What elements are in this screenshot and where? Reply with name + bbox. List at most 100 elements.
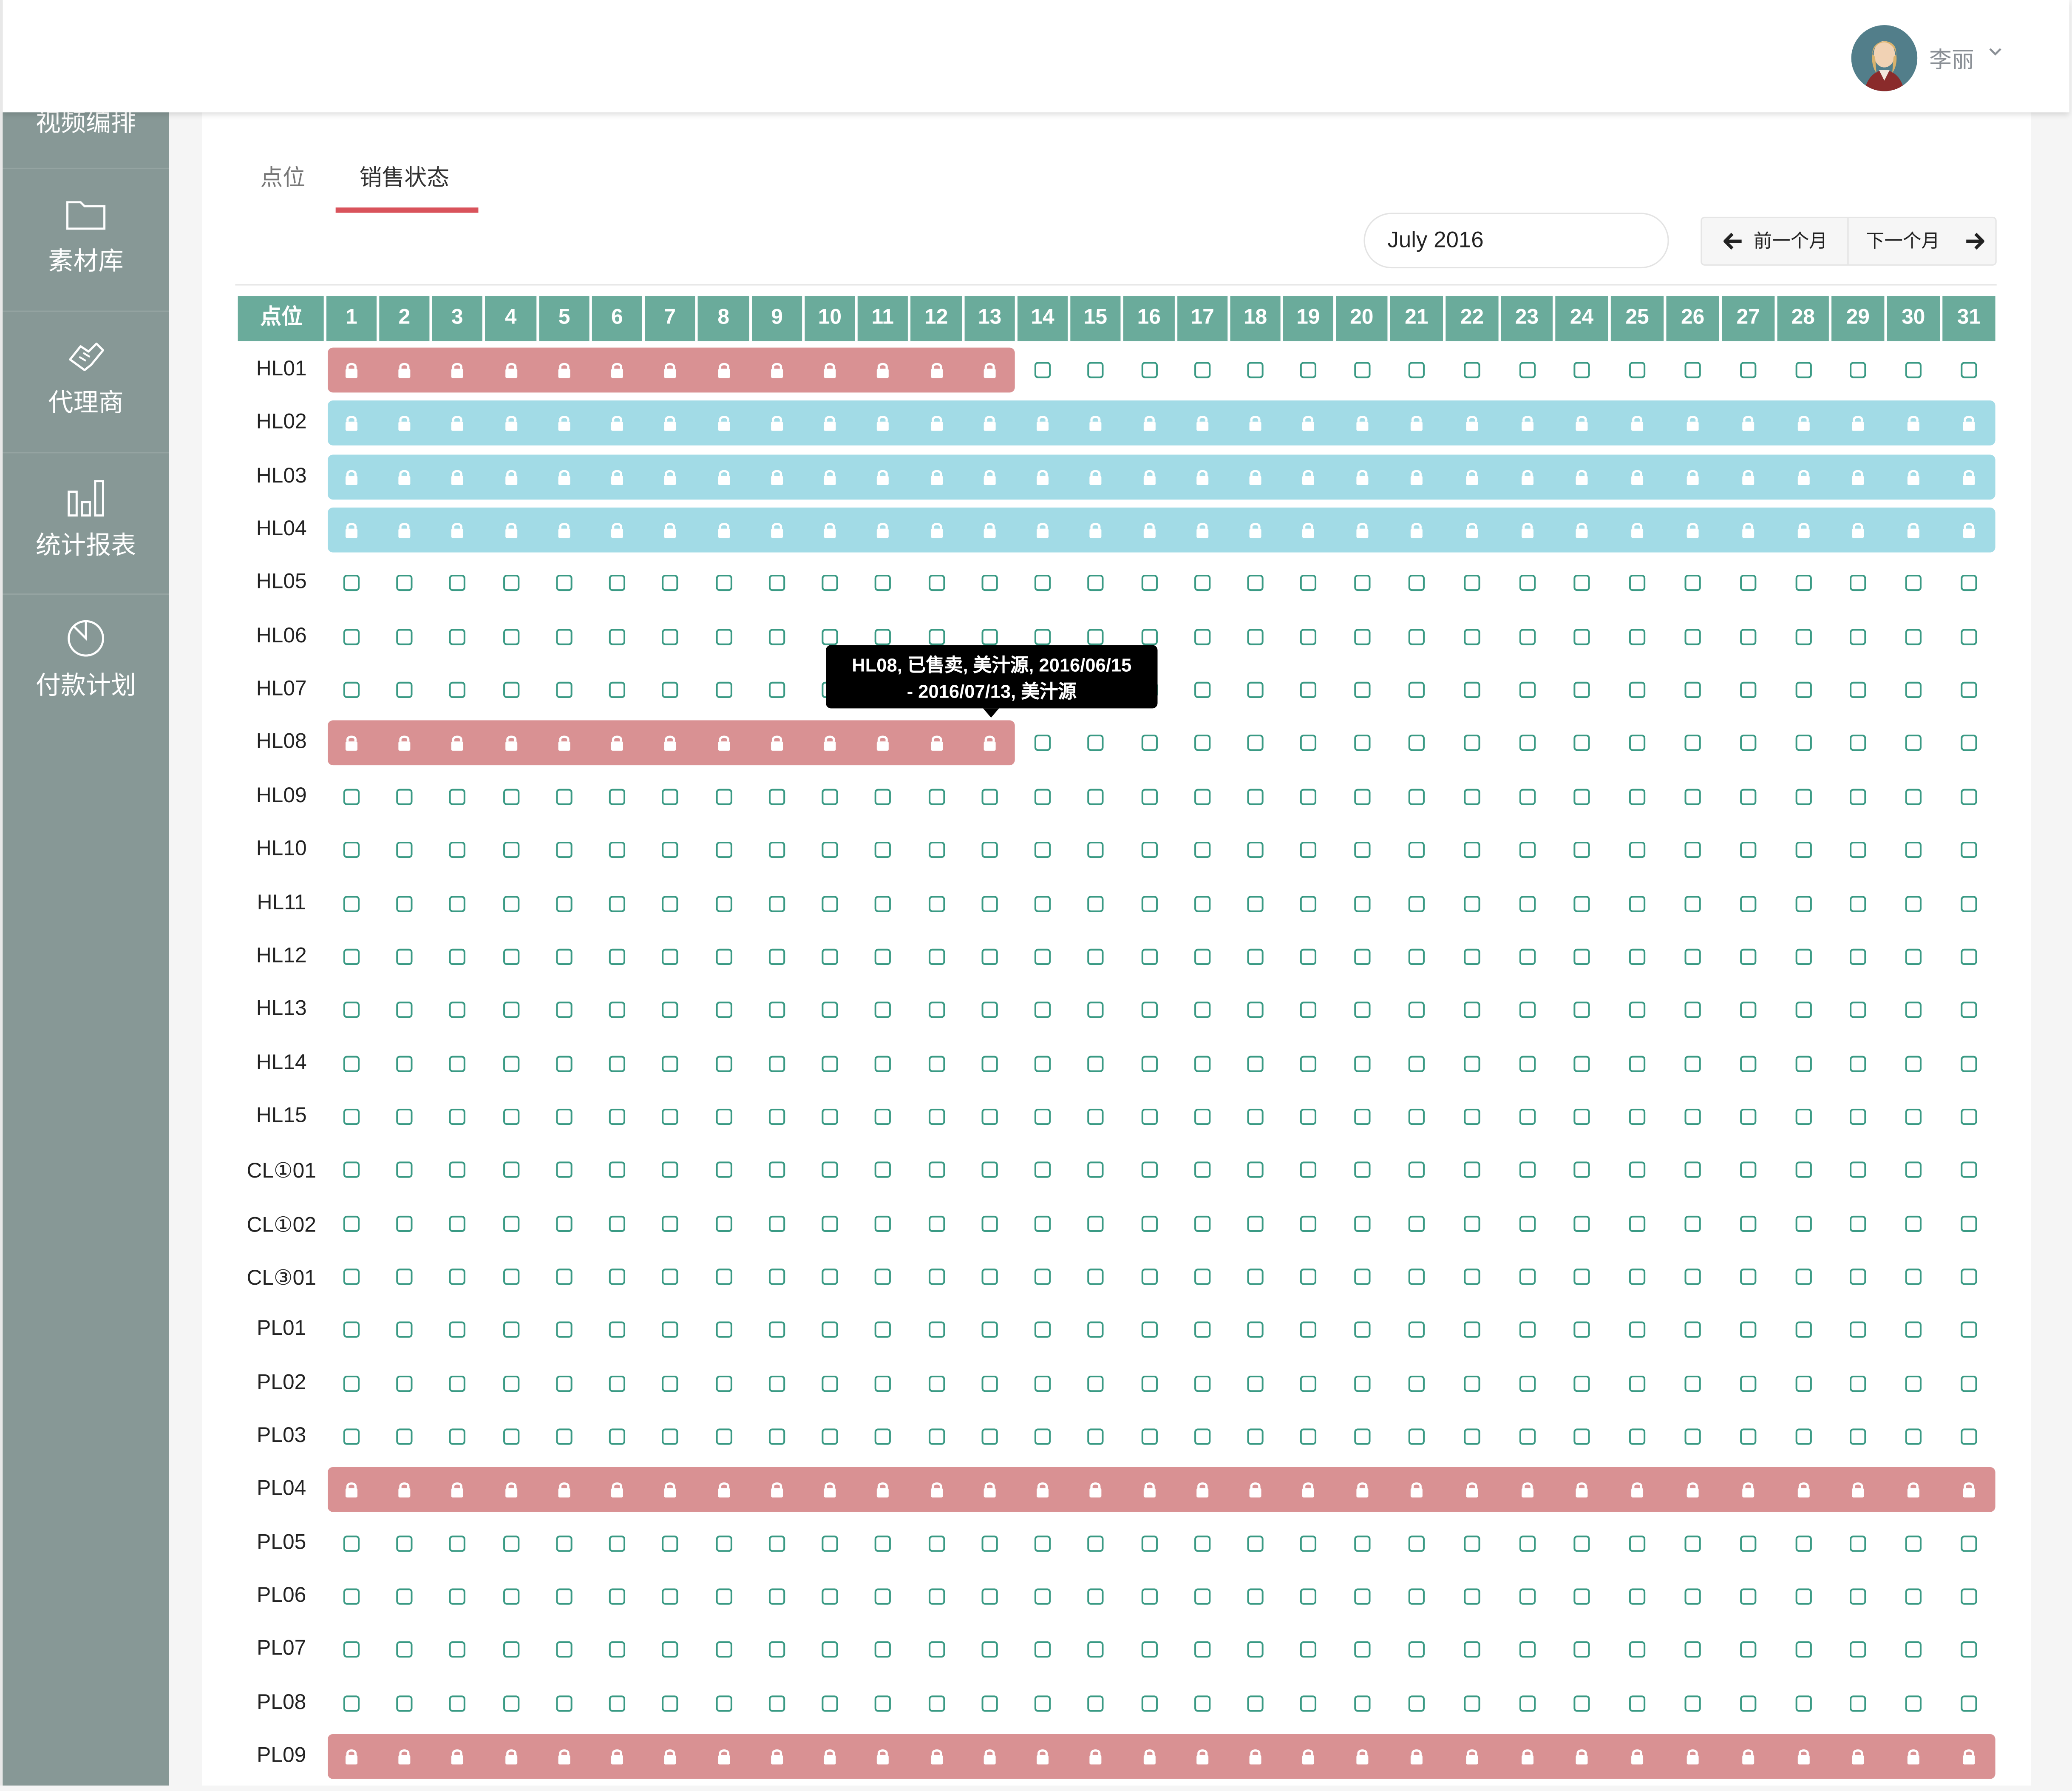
lock-icon[interactable]	[1739, 1481, 1757, 1499]
lock-icon[interactable]	[1299, 468, 1318, 486]
available-slot-checkbox[interactable]	[981, 948, 999, 966]
available-slot-checkbox[interactable]	[1033, 1214, 1052, 1233]
available-slot-checkbox[interactable]	[342, 841, 361, 860]
available-slot-checkbox[interactable]	[502, 841, 520, 860]
available-slot-checkbox[interactable]	[342, 1267, 361, 1286]
available-slot-checkbox[interactable]	[821, 1534, 839, 1553]
available-slot-checkbox[interactable]	[873, 787, 892, 806]
available-slot-checkbox[interactable]	[873, 1374, 892, 1393]
available-slot-checkbox[interactable]	[1352, 1374, 1371, 1393]
available-slot-checkbox[interactable]	[661, 1001, 680, 1019]
available-slot-checkbox[interactable]	[1684, 574, 1702, 593]
available-slot-checkbox[interactable]	[342, 787, 361, 806]
lock-icon[interactable]	[1246, 414, 1265, 433]
lock-icon[interactable]	[1684, 468, 1702, 486]
available-slot-checkbox[interactable]	[1518, 1641, 1536, 1659]
lock-icon[interactable]	[342, 361, 361, 380]
available-slot-checkbox[interactable]	[1193, 574, 1212, 593]
lock-icon[interactable]	[1848, 1747, 1867, 1766]
available-slot-checkbox[interactable]	[1794, 1214, 1812, 1233]
available-slot-checkbox[interactable]	[342, 574, 361, 593]
available-slot-checkbox[interactable]	[821, 1161, 839, 1179]
available-slot-checkbox[interactable]	[395, 681, 414, 699]
available-slot-checkbox[interactable]	[927, 1107, 946, 1126]
lock-icon[interactable]	[821, 361, 839, 380]
available-slot-checkbox[interactable]	[1463, 1374, 1482, 1393]
available-slot-checkbox[interactable]	[395, 574, 414, 593]
available-slot-checkbox[interactable]	[927, 1054, 946, 1073]
lock-icon[interactable]	[768, 1481, 786, 1499]
lock-icon[interactable]	[1794, 1747, 1812, 1766]
available-slot-checkbox[interactable]	[1904, 1267, 1923, 1286]
available-slot-checkbox[interactable]	[448, 1374, 467, 1393]
available-slot-checkbox[interactable]	[395, 1587, 414, 1606]
available-slot-checkbox[interactable]	[714, 627, 733, 646]
available-slot-checkbox[interactable]	[1086, 948, 1105, 966]
available-slot-checkbox[interactable]	[448, 1641, 467, 1659]
available-slot-checkbox[interactable]	[1299, 1267, 1318, 1286]
lock-icon[interactable]	[555, 1747, 574, 1766]
available-slot-checkbox[interactable]	[981, 894, 999, 913]
available-slot-checkbox[interactable]	[1628, 1694, 1647, 1713]
lock-icon[interactable]	[873, 521, 892, 539]
lock-icon[interactable]	[1960, 414, 1978, 433]
lock-icon[interactable]	[1140, 521, 1159, 539]
available-slot-checkbox[interactable]	[927, 1694, 946, 1713]
available-slot-checkbox[interactable]	[1140, 948, 1159, 966]
available-slot-checkbox[interactable]	[873, 1161, 892, 1179]
available-slot-checkbox[interactable]	[1033, 1107, 1052, 1126]
lock-icon[interactable]	[1739, 1747, 1757, 1766]
available-slot-checkbox[interactable]	[555, 1161, 574, 1179]
available-slot-checkbox[interactable]	[608, 787, 626, 806]
available-slot-checkbox[interactable]	[1904, 681, 1923, 699]
available-slot-checkbox[interactable]	[1246, 574, 1265, 593]
lock-icon[interactable]	[1684, 1481, 1702, 1499]
available-slot-checkbox[interactable]	[342, 1001, 361, 1019]
available-slot-checkbox[interactable]	[1960, 1001, 1978, 1019]
available-slot-checkbox[interactable]	[1684, 681, 1702, 699]
available-slot-checkbox[interactable]	[1739, 361, 1757, 380]
available-slot-checkbox[interactable]	[1246, 681, 1265, 699]
available-slot-checkbox[interactable]	[927, 841, 946, 860]
available-slot-checkbox[interactable]	[1684, 1107, 1702, 1126]
available-slot-checkbox[interactable]	[1246, 734, 1265, 753]
available-slot-checkbox[interactable]	[1299, 734, 1318, 753]
available-slot-checkbox[interactable]	[1518, 1107, 1536, 1126]
available-slot-checkbox[interactable]	[821, 1001, 839, 1019]
available-slot-checkbox[interactable]	[1573, 841, 1591, 860]
lock-icon[interactable]	[873, 414, 892, 433]
available-slot-checkbox[interactable]	[661, 681, 680, 699]
available-slot-checkbox[interactable]	[395, 1001, 414, 1019]
available-slot-checkbox[interactable]	[1033, 1428, 1052, 1446]
available-slot-checkbox[interactable]	[768, 1214, 786, 1233]
available-slot-checkbox[interactable]	[1960, 1428, 1978, 1446]
available-slot-checkbox[interactable]	[1848, 574, 1867, 593]
lock-icon[interactable]	[661, 468, 680, 486]
available-slot-checkbox[interactable]	[1573, 1001, 1591, 1019]
available-slot-checkbox[interactable]	[1739, 627, 1757, 646]
lock-icon[interactable]	[555, 1481, 574, 1499]
available-slot-checkbox[interactable]	[1684, 1641, 1702, 1659]
available-slot-checkbox[interactable]	[1086, 1641, 1105, 1659]
lock-icon[interactable]	[1407, 521, 1426, 539]
available-slot-checkbox[interactable]	[661, 1428, 680, 1446]
available-slot-checkbox[interactable]	[1193, 1694, 1212, 1713]
available-slot-checkbox[interactable]	[555, 948, 574, 966]
available-slot-checkbox[interactable]	[1407, 1161, 1426, 1179]
lock-icon[interactable]	[1628, 1747, 1647, 1766]
available-slot-checkbox[interactable]	[1794, 1161, 1812, 1179]
available-slot-checkbox[interactable]	[1193, 1001, 1212, 1019]
lock-icon[interactable]	[1518, 468, 1536, 486]
available-slot-checkbox[interactable]	[1086, 1107, 1105, 1126]
available-slot-checkbox[interactable]	[1739, 681, 1757, 699]
available-slot-checkbox[interactable]	[1848, 894, 1867, 913]
available-slot-checkbox[interactable]	[714, 1428, 733, 1446]
available-slot-checkbox[interactable]	[981, 1321, 999, 1340]
available-slot-checkbox[interactable]	[768, 1428, 786, 1446]
available-slot-checkbox[interactable]	[1518, 681, 1536, 699]
available-slot-checkbox[interactable]	[1848, 361, 1867, 380]
available-slot-checkbox[interactable]	[1352, 1107, 1371, 1126]
available-slot-checkbox[interactable]	[661, 1694, 680, 1713]
available-slot-checkbox[interactable]	[661, 841, 680, 860]
available-slot-checkbox[interactable]	[1904, 1587, 1923, 1606]
